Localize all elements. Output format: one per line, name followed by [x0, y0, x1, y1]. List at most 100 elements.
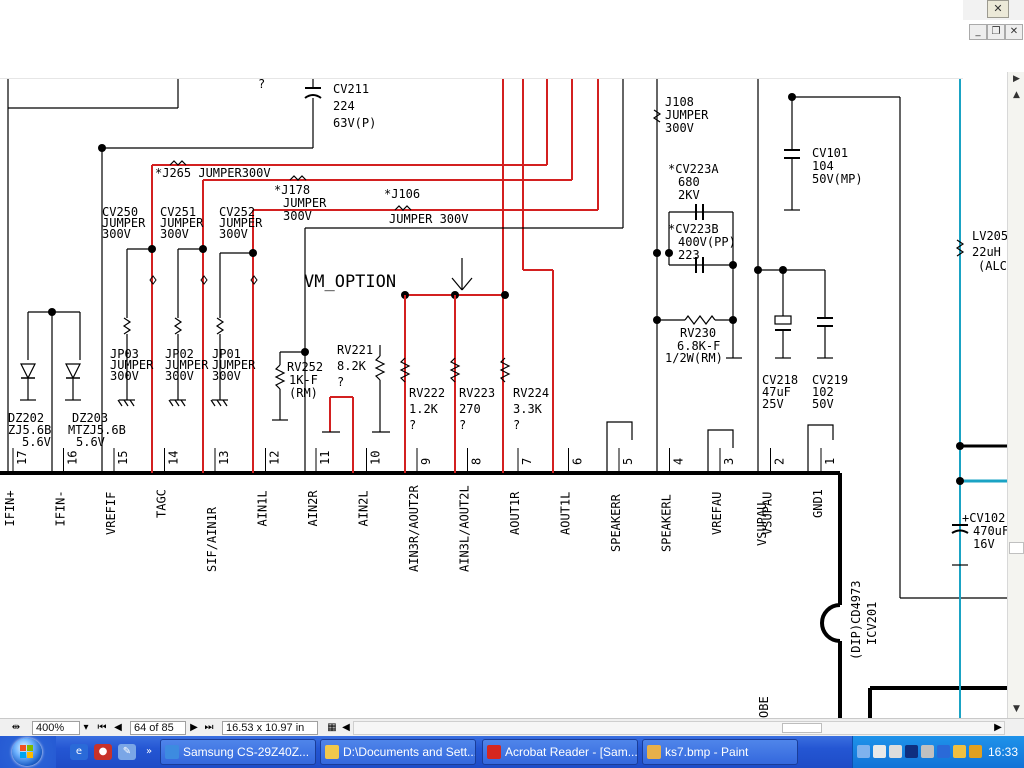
label-cv223b-value: 400V(PP)	[678, 235, 736, 249]
previous-page-icon[interactable]: ◀	[112, 721, 124, 735]
pin-name: GND1	[811, 489, 825, 518]
zoom-field[interactable]: 400%	[32, 721, 80, 735]
doc-minimize-button[interactable]: _	[969, 24, 987, 40]
task-samsung-pdf[interactable]: Samsung CS-29Z40Z...	[160, 739, 316, 765]
scroll-down-arrow-icon[interactable]: ▼	[1009, 702, 1024, 717]
task-label: D:\Documents and Sett...	[343, 745, 476, 759]
label-cv219-rating: 50V	[812, 397, 834, 411]
label-cv102-value: 470uF	[973, 524, 1007, 538]
label-rv224-q: ?	[513, 418, 520, 432]
label-jp02-b: 300V	[165, 369, 194, 383]
horizontal-scroll-thumb[interactable]	[782, 723, 822, 733]
label-cv250-b: 300V	[102, 227, 131, 241]
label-rv222-q: ?	[409, 418, 416, 432]
next-page-icon[interactable]: ▶	[188, 721, 200, 735]
paint-icon	[647, 745, 661, 759]
label-rv230: RV230	[680, 326, 716, 340]
vertical-scrollbar[interactable]: ▶ ▲ ▼	[1007, 72, 1024, 718]
task-label: Samsung CS-29Z40Z...	[183, 745, 310, 759]
label-cv101-rating: 50V(MP)	[812, 172, 863, 186]
label-question: ?	[258, 78, 265, 91]
pin-number: 6	[571, 458, 585, 465]
tools-icon[interactable]	[969, 745, 982, 758]
task-paint[interactable]: ks7.bmp - Paint	[642, 739, 798, 765]
pin-number: 2	[773, 458, 787, 465]
window-overlay	[0, 0, 963, 79]
label-j178-a: JUMPER	[283, 196, 327, 210]
start-button[interactable]	[0, 736, 56, 768]
label-rv223-q: ?	[459, 418, 466, 432]
hscroll-right-icon[interactable]: ▶	[992, 721, 1004, 735]
pin-number: 12	[268, 451, 282, 465]
label-ic-ref: ICV201	[865, 602, 879, 645]
bluetooth-icon[interactable]	[937, 745, 950, 758]
doc-restore-button[interactable]: ❐	[987, 24, 1005, 40]
doc-close-button[interactable]: ✕	[1005, 24, 1023, 40]
quicklaunch-tools-icon[interactable]: ✎	[118, 744, 136, 760]
vertical-scroll-thumb[interactable]	[1009, 542, 1024, 554]
system-tray: 16:33	[852, 736, 1024, 768]
settings-icon[interactable]	[921, 745, 934, 758]
label-cv252-b: 300V	[219, 227, 248, 241]
schematic-drawing: 17IFIN+16IFIN-15VREFIF14TAGC13SIF/AIN1R1…	[0, 77, 1009, 718]
horizontal-scrollbar[interactable]	[353, 721, 1005, 735]
task-documents-folder[interactable]: D:\Documents and Sett...	[320, 739, 476, 765]
pin-name: AIN3R/AOUT2R	[407, 485, 421, 572]
label-cv223a-rating: 2KV	[678, 188, 700, 202]
safely-remove-icon[interactable]	[953, 745, 966, 758]
label-j108: J108	[665, 95, 694, 109]
scroll-up-icon[interactable]: ▶	[1009, 72, 1024, 87]
last-page-icon[interactable]: ⏭	[203, 721, 215, 735]
label-jp01-b: 300V	[212, 369, 241, 383]
scroll-up-arrow-icon[interactable]: ▲	[1009, 88, 1024, 103]
label-rv221: RV221	[337, 343, 373, 357]
pin-number: 1	[823, 458, 837, 465]
window-close-button[interactable]: ✕	[987, 0, 1009, 18]
pin-name: AOUT1R	[508, 491, 522, 535]
zoom-dropdown-icon[interactable]: ▾	[80, 721, 92, 735]
taskbar: e ● ✎ » Samsung CS-29Z40Z... D:\Document…	[0, 736, 1024, 768]
label-dz202-value: 5.6V	[22, 435, 51, 449]
label-rv222-value: 1.2K	[409, 402, 439, 416]
pin-name: AIN3L/AOUT2L	[458, 485, 472, 572]
quicklaunch-firefox-icon[interactable]: ●	[94, 744, 112, 760]
schematic-canvas[interactable]: 17 IFIN+ 16 IFIN- 15 VREFIF 14 TAGC 13 SIF/AIN1R 1…	[0, 77, 1009, 718]
clock[interactable]: 16:33	[983, 736, 1023, 768]
volume-icon[interactable]	[889, 745, 902, 758]
pin-name: SPEAKERR	[609, 493, 623, 552]
label-cv101-value: 104	[812, 159, 834, 173]
label-cv102-rating: 16V	[973, 537, 995, 551]
label-cv211: CV211	[333, 82, 369, 96]
pin-name: AIN1L	[256, 490, 270, 526]
label-rv252-value: 1K-F	[289, 373, 318, 387]
label-j178: *J178	[274, 183, 310, 197]
label-cv223b: *CV223B	[668, 222, 719, 236]
label-cv223b-code: 223	[678, 248, 700, 262]
label-cv102: +CV102	[962, 511, 1005, 525]
label-rv223: RV223	[459, 386, 495, 400]
windows-flag-icon	[20, 745, 33, 758]
label-lv205-code: (ALC	[978, 259, 1007, 273]
pin-number: 10	[369, 451, 383, 465]
pin-name: VREFAU	[710, 492, 724, 535]
antivirus-icon[interactable]	[905, 745, 918, 758]
first-page-icon[interactable]: ⏮	[96, 721, 108, 735]
label-cv223a-value: 680	[678, 175, 700, 189]
task-acrobat-reader[interactable]: Acrobat Reader - [Sam...	[482, 739, 638, 765]
pin-number: 17	[15, 451, 29, 465]
page-layout-icon[interactable]: ▦	[326, 721, 338, 735]
pin-number: 15	[116, 451, 130, 465]
hscroll-left-icon[interactable]: ◀	[340, 721, 352, 735]
pin-name: VREFIF	[104, 492, 118, 535]
pin-name: AOUT1L	[559, 492, 573, 535]
pan-left-right-icon[interactable]: ⇹	[10, 721, 22, 735]
pin-number: 16	[66, 451, 80, 465]
display-icon[interactable]	[873, 745, 886, 758]
network-icon[interactable]	[857, 745, 870, 758]
label-cv218-rating: 25V	[762, 397, 784, 411]
quicklaunch-ebay-icon[interactable]: e	[70, 744, 88, 760]
page-number-field[interactable]: 64 of 85	[130, 721, 186, 735]
quicklaunch-more-icon[interactable]: »	[140, 744, 158, 760]
label-lv205: LV205	[972, 229, 1007, 243]
pin-name: IFIN-	[54, 490, 68, 526]
